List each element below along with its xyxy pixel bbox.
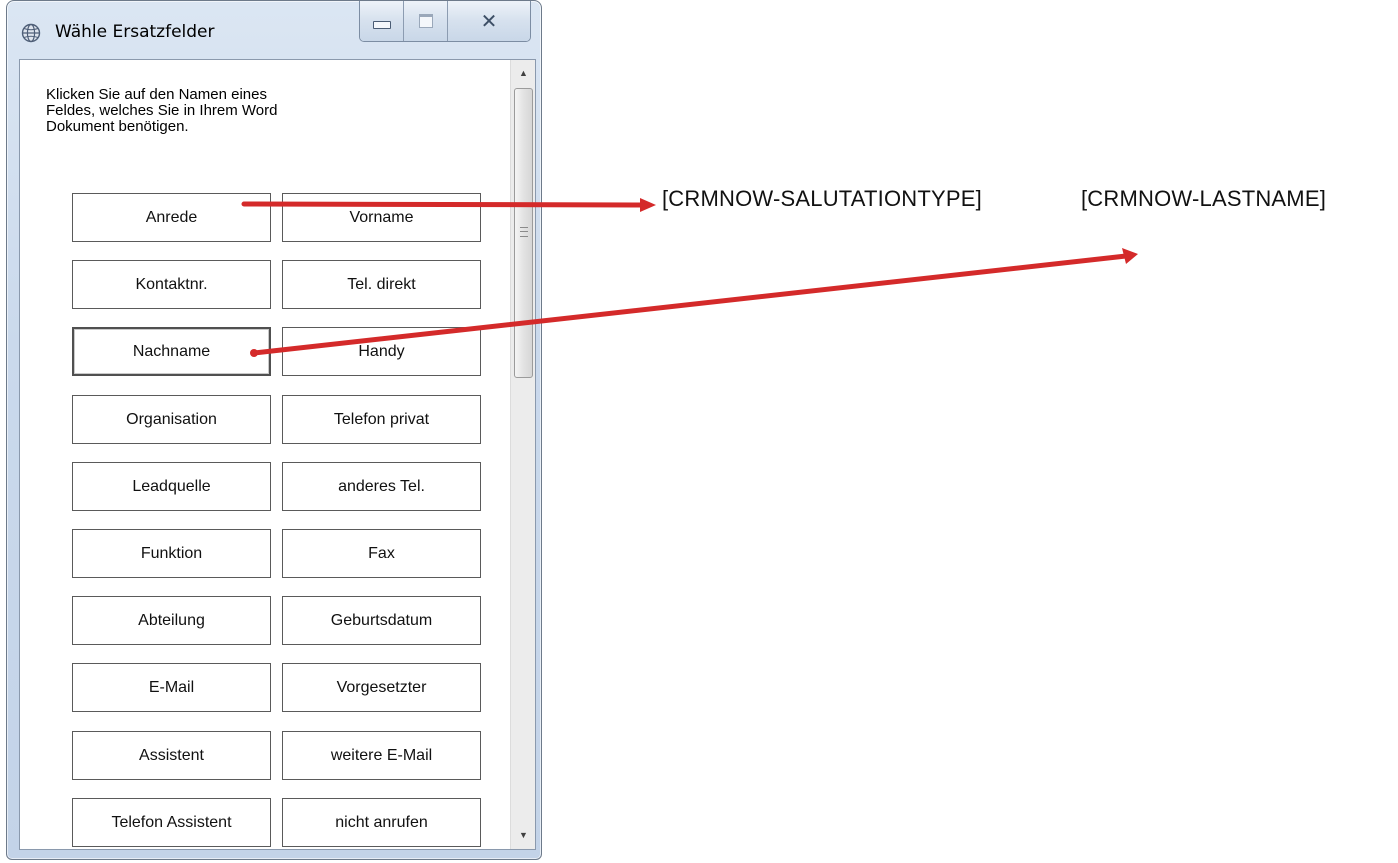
field-button-geburtsdatum[interactable]: Geburtsdatum: [282, 596, 481, 645]
field-button-weitere-e-mail[interactable]: weitere E-Mail: [282, 731, 481, 780]
scroll-thumb[interactable]: [514, 88, 533, 378]
field-button-vorgesetzter[interactable]: Vorgesetzter: [282, 663, 481, 712]
field-button-vorname[interactable]: Vorname: [282, 193, 481, 242]
field-button-e-mail[interactable]: E-Mail: [72, 663, 271, 712]
window-title: Wähle Ersatzfelder: [55, 22, 215, 42]
field-button-assistent[interactable]: Assistent: [72, 731, 271, 780]
placeholder-lastname: [CRMNOW-LASTNAME]: [1081, 186, 1327, 211]
dialog-window: Wähle Ersatzfelder ✕ Klicken Sie auf den…: [6, 0, 542, 860]
field-button-abteilung[interactable]: Abteilung: [72, 596, 271, 645]
field-button-nicht-anrufen[interactable]: nicht anrufen: [282, 798, 481, 847]
scroll-up-arrow-icon[interactable]: ▲: [511, 62, 535, 84]
field-button-nachname[interactable]: Nachname: [72, 327, 271, 376]
field-button-funktion[interactable]: Funktion: [72, 529, 271, 578]
close-icon: ✕: [480, 9, 498, 33]
field-button-organisation[interactable]: Organisation: [72, 395, 271, 444]
minimize-icon: [372, 21, 391, 29]
field-button-kontaktnr[interactable]: Kontaktnr.: [72, 260, 271, 309]
maximize-icon: [418, 14, 433, 28]
scroll-grip-icon: [520, 227, 528, 237]
app-globe-icon: [21, 23, 41, 43]
maximize-button[interactable]: [404, 1, 448, 41]
field-button-handy[interactable]: Handy: [282, 327, 481, 376]
close-button[interactable]: ✕: [448, 1, 530, 41]
vertical-scrollbar[interactable]: ▲ ▼: [510, 60, 535, 849]
instructions-text: Klicken Sie auf den Namen eines Feldes, …: [46, 86, 278, 135]
placeholder-salutation: [CRMNOW-SALUTATIONTYPE]: [662, 186, 982, 211]
title-bar[interactable]: Wähle Ersatzfelder ✕: [7, 1, 541, 53]
field-button-anderes-tel[interactable]: anderes Tel.: [282, 462, 481, 511]
stage: Wähle Ersatzfelder ✕ Klicken Sie auf den…: [0, 0, 1398, 863]
scroll-down-arrow-icon[interactable]: ▼: [511, 824, 535, 846]
field-button-anrede[interactable]: Anrede: [72, 193, 271, 242]
field-button-telefon-privat[interactable]: Telefon privat: [282, 395, 481, 444]
minimize-button[interactable]: [360, 1, 404, 41]
field-button-fax[interactable]: Fax: [282, 529, 481, 578]
caption-buttons: ✕: [359, 1, 531, 42]
field-button-telefon-assistent[interactable]: Telefon Assistent: [72, 798, 271, 847]
client-area: Klicken Sie auf den Namen eines Feldes, …: [19, 59, 536, 850]
field-button-tel-direkt[interactable]: Tel. direkt: [282, 260, 481, 309]
field-button-leadquelle[interactable]: Leadquelle: [72, 462, 271, 511]
